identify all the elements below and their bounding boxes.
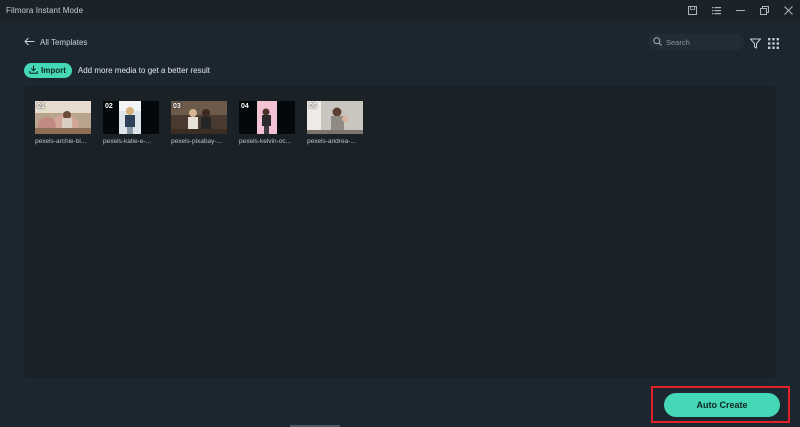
- clip-thumbnail: 05: [307, 101, 363, 134]
- title-bar: Filmora Instant Mode: [0, 0, 800, 20]
- clip-name: pexels-archie-bi...: [35, 138, 87, 145]
- arrow-left-icon: [24, 33, 35, 51]
- import-row: Import Add more media to get a better re…: [24, 63, 210, 78]
- back-to-templates-link[interactable]: All Templates: [24, 36, 87, 48]
- filter-icon[interactable]: [749, 36, 762, 49]
- close-icon[interactable]: [776, 0, 800, 20]
- clip-thumbnail: 04: [239, 101, 295, 134]
- clip-name: pexels-pixabay-...: [171, 138, 222, 145]
- clip-number: 04: [241, 103, 249, 110]
- save-icon[interactable]: [680, 0, 704, 20]
- grid-view-icon[interactable]: [768, 36, 780, 49]
- back-label: All Templates: [40, 37, 88, 47]
- clip-number: 01: [37, 103, 45, 110]
- media-panel: 01 pexels-archie-bi... 02 pexels-katie-e…: [24, 86, 776, 378]
- minimize-icon[interactable]: [728, 0, 752, 20]
- app-title: Filmora Instant Mode: [6, 5, 84, 15]
- media-clip[interactable]: 04 pexels-kelvin-oc...: [239, 101, 295, 145]
- search-box[interactable]: [648, 34, 744, 50]
- clip-thumbnail: 01: [35, 101, 91, 134]
- clip-thumbnail: 03: [171, 101, 227, 134]
- clip-number: 02: [105, 103, 113, 110]
- clip-thumbnail: 02: [103, 101, 159, 134]
- media-clip[interactable]: 01 pexels-archie-bi...: [35, 101, 91, 145]
- download-icon: [29, 65, 38, 76]
- clip-name: pexels-katie-e-...: [103, 138, 152, 145]
- media-clip[interactable]: 05 pexels-andrea-...: [307, 101, 363, 145]
- menu-list-icon[interactable]: [704, 0, 728, 20]
- clip-name: pexels-kelvin-oc...: [239, 138, 292, 145]
- media-clip[interactable]: 02 pexels-katie-e-...: [103, 101, 159, 145]
- clip-image: [119, 101, 141, 134]
- search-input[interactable]: [666, 37, 742, 47]
- import-button-label: Import: [41, 66, 66, 75]
- import-hint: Add more media to get a better result: [77, 66, 210, 75]
- import-button[interactable]: Import: [24, 63, 72, 78]
- clip-name: pexels-andrea-...: [307, 138, 356, 145]
- auto-create-button[interactable]: Auto Create: [664, 393, 780, 417]
- clip-number: 05: [309, 103, 317, 110]
- restore-icon[interactable]: [752, 0, 776, 20]
- search-icon: [653, 33, 662, 51]
- media-clip[interactable]: 03 pexels-pixabay-...: [171, 101, 227, 145]
- media-clip-list: 01 pexels-archie-bi... 02 pexels-katie-e…: [35, 101, 363, 145]
- clip-number: 03: [173, 103, 181, 110]
- clip-image: [257, 101, 277, 134]
- window-controls: [680, 0, 800, 20]
